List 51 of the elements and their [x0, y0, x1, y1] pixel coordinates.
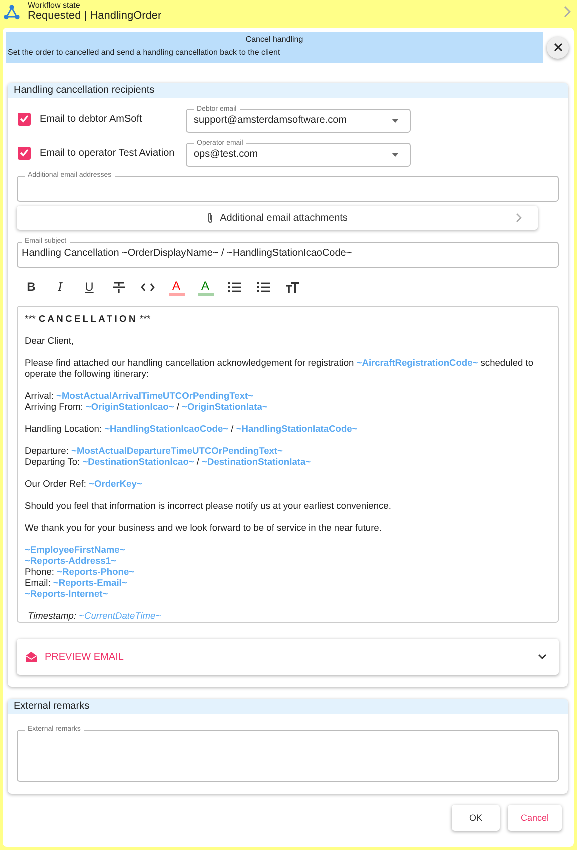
email-text-line: Our Order Ref: ~OrderKey~ [25, 479, 144, 490]
email-text-line: Arrival: ~MostActualArrivalTimeUTCOrPendingText~ [25, 391, 255, 402]
workflow-state: Requested | HandlingOrder [28, 10, 163, 23]
paperclip-icon [207, 212, 214, 224]
attachments-button[interactable]: Additional email attachments [17, 206, 538, 230]
envelope-icon [26, 652, 37, 662]
dialog-description: Set the order to cancelled and send a handling cancellation back to the client [8, 47, 282, 59]
close-icon [554, 43, 562, 52]
email-text-line: Departure: ~MostActualDepartureTimeUTCOrPendingText~ [25, 446, 284, 457]
checkbox-label: Email to operator Test Aviation [40, 148, 176, 158]
email-text-line: ~Reports-Address1~ [25, 556, 118, 567]
email-text-line: Handling Location: ~HandlingStationIcaoCode~ / ~HandlingStationIataCode~ [25, 424, 359, 435]
highlight-button[interactable]: A [193, 276, 218, 298]
email-text-line: *** CANCELLATION *** [25, 314, 152, 325]
checkbox[interactable] [18, 112, 31, 126]
email-text-line: Arriving From: ~OriginStationIcao~ / ~OriginStationIata~ [25, 402, 269, 413]
email-text-line: ~Reports-Internet~ [25, 589, 110, 600]
email-editor[interactable] [17, 306, 559, 623]
email-text-line: Please find attached our handling cancellation acknowledgement for registration ~AircraftRegistrationCode~ scheduled to operate the following itinerary: [25, 358, 535, 380]
email-text-line: Dear Client, [25, 336, 76, 347]
email-text-line: Email: ~Reports-Email~ [25, 578, 128, 589]
text-color-button[interactable]: A [164, 276, 189, 298]
checkbox[interactable] [18, 146, 31, 160]
email-text-line: We thank you for your business and we look forward to be of service in the near future. [25, 523, 383, 534]
chevron-right-icon [516, 213, 522, 223]
numbered-list-icon [257, 282, 270, 292]
checkbox-label: Email to debtor AmSoft [40, 114, 144, 124]
workflow-icon [4, 4, 20, 20]
close-button[interactable] [547, 36, 569, 58]
underline-button[interactable]: U [77, 276, 102, 298]
workflow-label: Workflow state [28, 1, 82, 10]
dropdown-caret-icon [392, 152, 399, 156]
email-text-line: ~EmployeeFirstName~ [25, 545, 126, 556]
cancel-button[interactable]: Cancel [508, 805, 562, 831]
email-text-line: Departing To: ~DestinationStationIcao~ / ~DestinationStationIata~ [25, 457, 312, 468]
chevron-down-icon [538, 654, 547, 660]
strikethrough-icon [112, 282, 124, 292]
bullet-list-icon [228, 282, 241, 292]
card-title: External remarks [8, 699, 568, 714]
email-text-line: Timestamp: ~CurrentDateTime~ [27, 611, 162, 622]
dialog-title: Cancel handling [244, 34, 304, 46]
text-size-icon [286, 282, 299, 292]
dropdown-caret-icon [392, 118, 399, 122]
email-text-line: Should you feel that information is incorrect please notify us at your earliest convenience. [25, 501, 392, 512]
code-icon [140, 282, 154, 292]
bold-button[interactable]: B [19, 276, 44, 298]
italic-button[interactable]: I [48, 276, 73, 298]
email-text-line: Phone: ~Reports-Phone~ [25, 567, 136, 578]
card-title: Handling cancellation recipients [8, 83, 568, 98]
ok-button[interactable]: OK [452, 805, 500, 831]
preview-email-button[interactable]: PREVIEW EMAIL [17, 639, 559, 675]
